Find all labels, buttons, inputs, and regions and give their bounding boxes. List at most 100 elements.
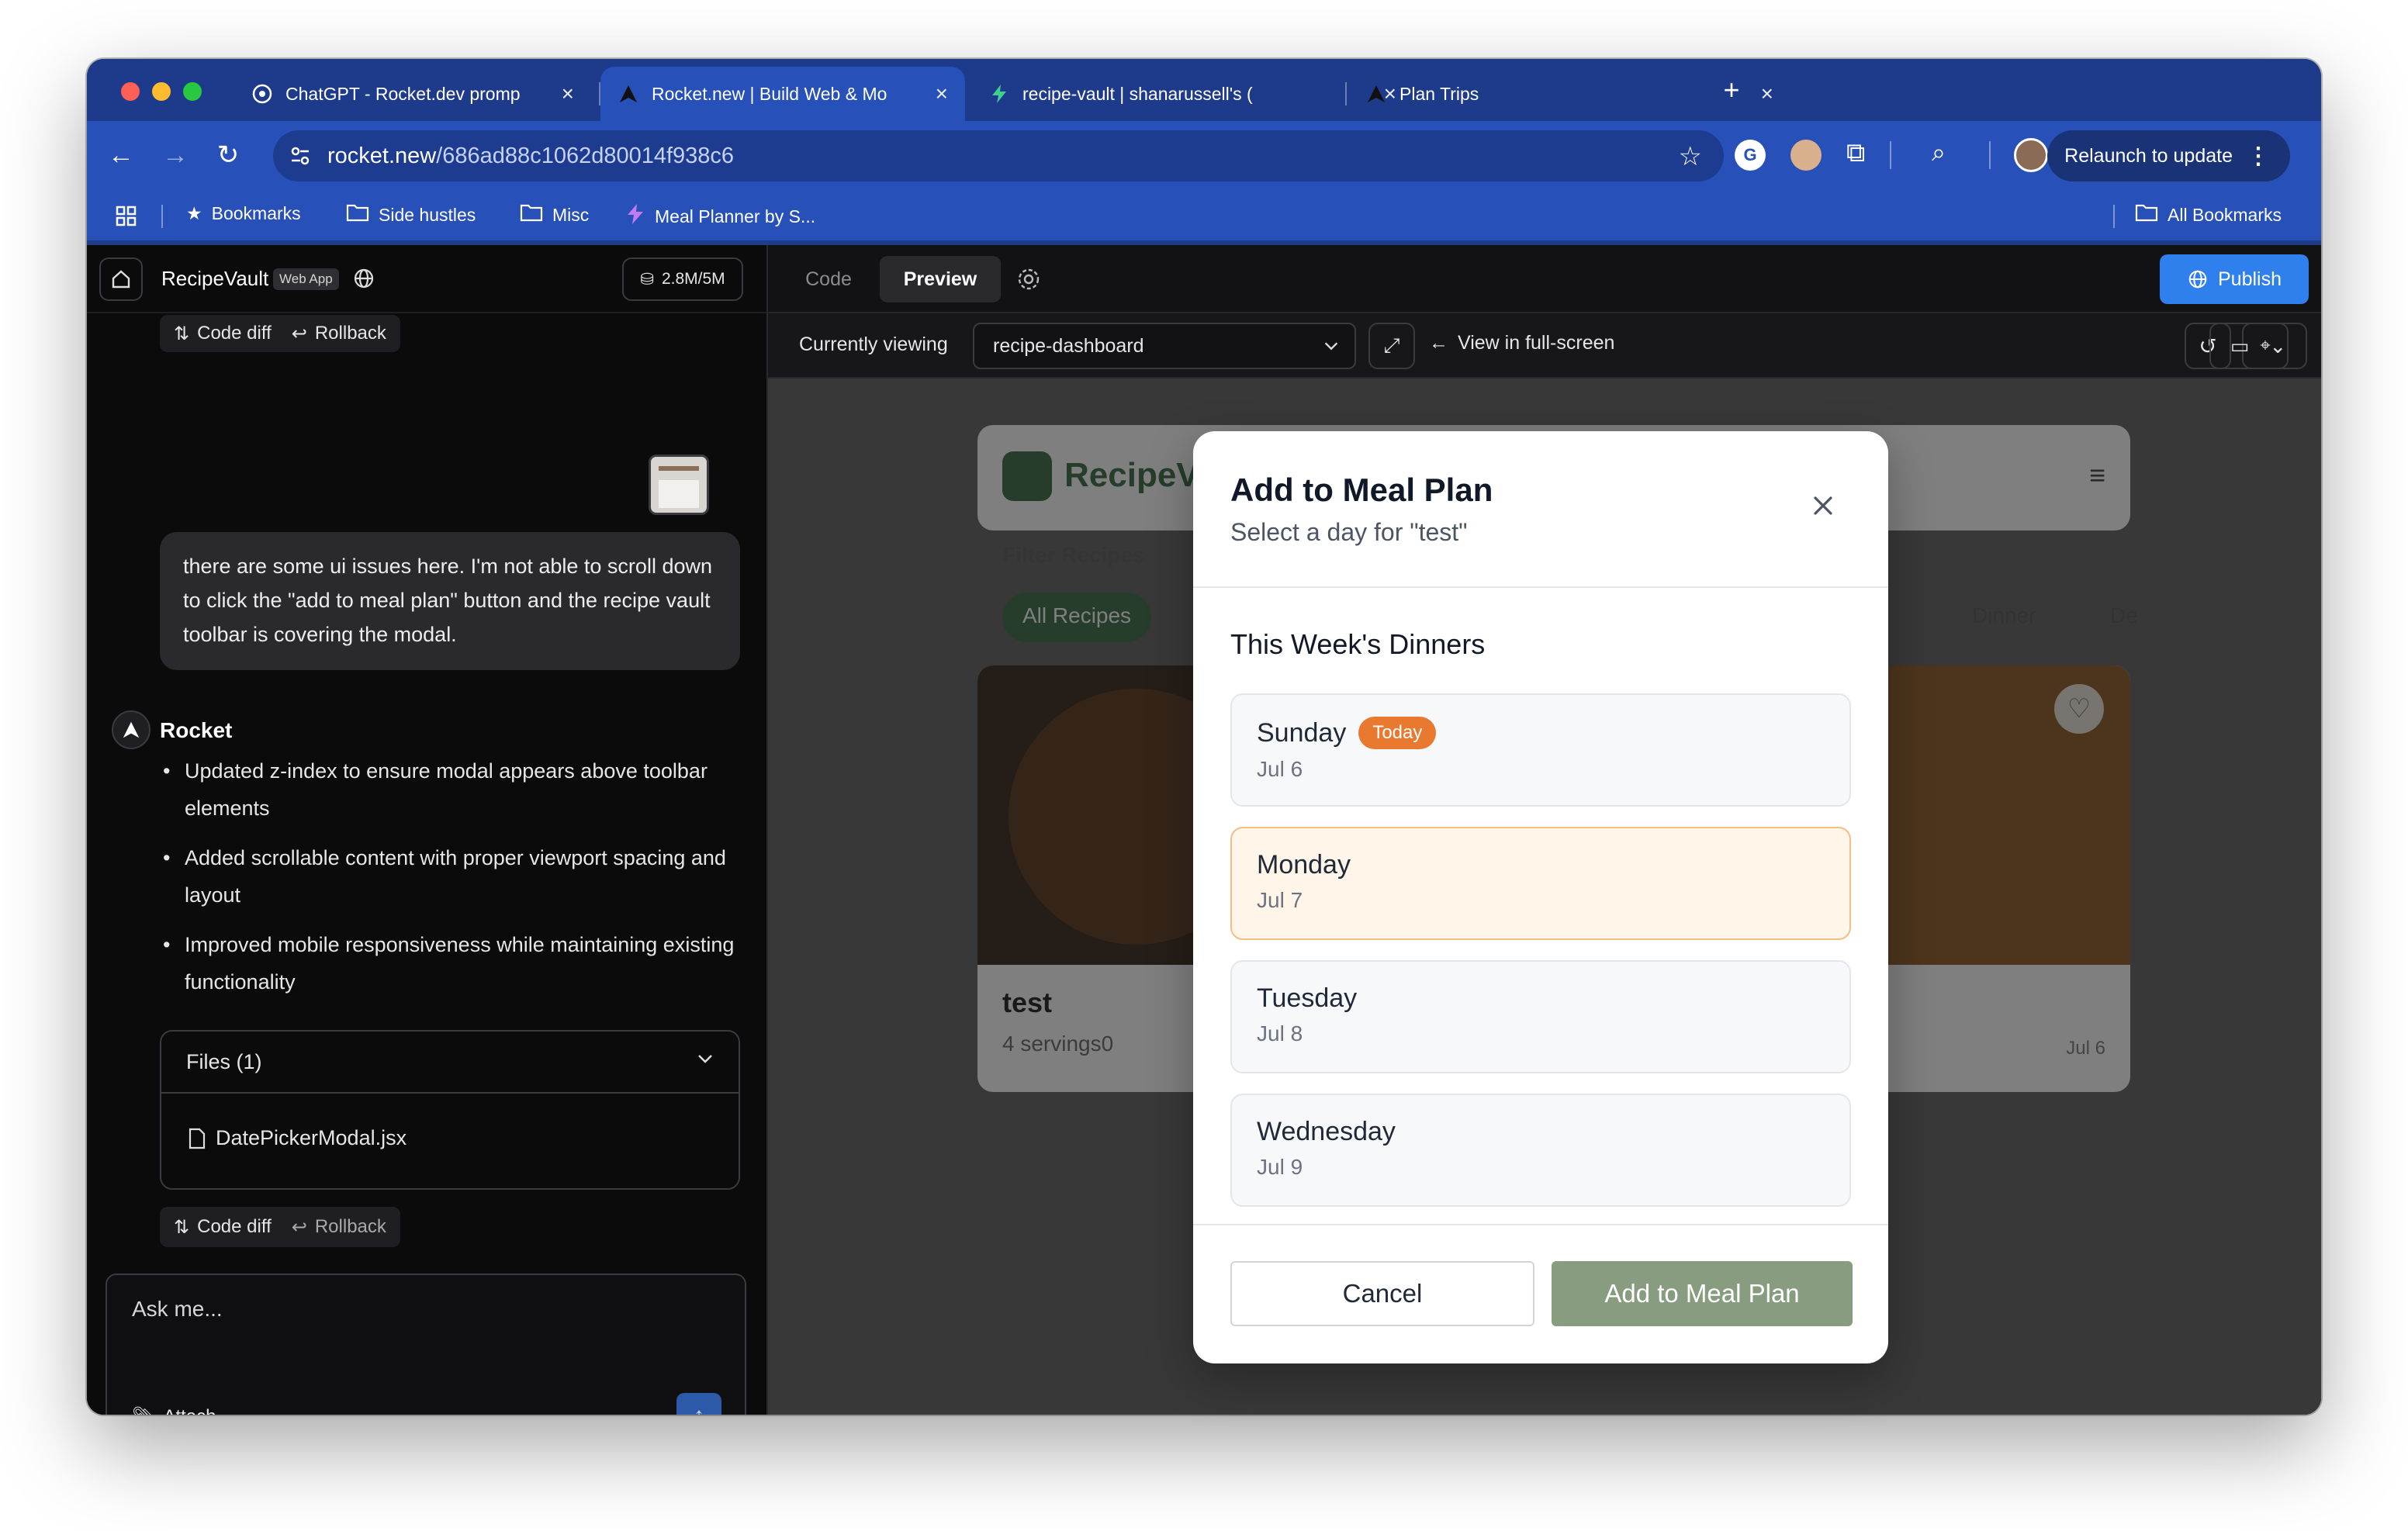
rollback-button[interactable]: ↩ Rollback xyxy=(292,323,386,345)
response-bullet: Updated z-index to ensure modal appears … xyxy=(160,752,749,827)
zoom-window-button[interactable] xyxy=(183,82,202,101)
day-option-monday[interactable]: Monday Jul 7 xyxy=(1230,827,1851,940)
minimize-window-button[interactable] xyxy=(152,82,171,101)
day-option-tuesday[interactable]: Tuesday Jul 8 xyxy=(1230,960,1851,1073)
bolt-icon xyxy=(625,203,645,230)
day-name-row: Monday xyxy=(1257,850,1825,880)
tab-title: Plan Trips xyxy=(1399,83,1479,104)
day-option-wednesday[interactable]: Wednesday Jul 9 xyxy=(1230,1094,1851,1207)
home-button[interactable] xyxy=(99,257,143,301)
forward-icon[interactable]: → xyxy=(158,138,192,172)
bookmark-item[interactable]: ★ Bookmarks xyxy=(186,203,301,224)
cancel-button[interactable]: Cancel xyxy=(1230,1261,1534,1326)
browser-tab-active[interactable]: Rocket.new | Build Web & Mo × xyxy=(600,67,965,121)
view-fullscreen-link[interactable]: ← View in full-screen xyxy=(1429,332,1614,354)
attach-label: Attach xyxy=(163,1406,216,1415)
bookmarks-divider xyxy=(2113,205,2115,228)
modal-divider xyxy=(1193,586,1888,588)
globe-icon[interactable] xyxy=(352,267,375,290)
bookmark-item[interactable]: Meal Planner by S... xyxy=(625,203,815,230)
folder-icon xyxy=(346,203,369,226)
expand-button[interactable]: ⤢ xyxy=(1368,323,1415,369)
back-icon[interactable]: ← xyxy=(104,138,138,172)
day-name-row: Tuesday xyxy=(1257,983,1825,1014)
send-button[interactable]: ↑ xyxy=(676,1393,721,1415)
project-name: RecipeVault xyxy=(161,267,269,290)
bookmark-item[interactable]: Side hustles xyxy=(346,203,476,226)
user-message: there are some ui issues here. I'm not a… xyxy=(160,532,740,670)
browser-tab[interactable]: ChatGPT - Rocket.dev promp × xyxy=(234,67,591,121)
extension-owl-icon[interactable] xyxy=(1790,140,1822,171)
rollback-label: Rollback xyxy=(314,323,386,344)
rollback-icon: ↩ xyxy=(291,323,307,344)
bookmark-item[interactable]: Misc xyxy=(520,203,589,226)
tab-search-icon[interactable]: ⌕ xyxy=(1932,138,1966,172)
close-icon[interactable] xyxy=(1808,490,1839,521)
extensions-puzzle-icon[interactable]: ⧉ xyxy=(1846,138,1877,172)
close-tab-icon[interactable]: × xyxy=(936,83,948,105)
preview-toolbar: Code Preview Publish xyxy=(768,245,2321,313)
rollback-icon: ↩ xyxy=(291,1216,307,1238)
close-window-button[interactable] xyxy=(121,82,140,101)
diff-icon: ⇅ xyxy=(174,1216,190,1238)
add-to-meal-plan-button[interactable]: Add to Meal Plan xyxy=(1552,1261,1853,1326)
bookmark-star-icon[interactable]: ☆ xyxy=(1679,141,1702,172)
extension-icon[interactable]: G xyxy=(1735,140,1766,171)
file-item[interactable]: DatePickerModal.jsx xyxy=(188,1126,407,1150)
token-usage[interactable]: ⛁ 2.8M/5M xyxy=(622,257,743,301)
file-icon xyxy=(189,1128,206,1149)
day-name: Tuesday xyxy=(1257,983,1358,1013)
close-tab-icon[interactable]: × xyxy=(562,83,574,105)
viewport-select[interactable]: ▭ ⌄ xyxy=(2209,323,2307,369)
day-name: Monday xyxy=(1257,850,1351,880)
chat-input-placeholder: Ask me... xyxy=(132,1297,223,1321)
code-diff-actions: ⇅ Code diff ↩ Rollback xyxy=(160,315,400,352)
response-bullet: Added scrollable content with proper vie… xyxy=(160,839,749,914)
site-settings-icon[interactable] xyxy=(289,144,312,168)
attach-button[interactable]: 📎︎ Attach xyxy=(132,1405,216,1415)
relaunch-button[interactable]: Relaunch to update ⋮ xyxy=(2047,130,2290,181)
rollback-label: Rollback xyxy=(314,1216,386,1237)
browser-tab[interactable]: recipe-vault | shanarussell's ( × xyxy=(971,67,1413,121)
page-select[interactable]: recipe-dashboard xyxy=(973,323,1356,369)
tab-preview[interactable]: Preview xyxy=(880,256,1001,302)
project-badge: Web App xyxy=(273,268,339,290)
code-diff-button[interactable]: ⇅ Code diff xyxy=(174,1216,272,1239)
bookmark-label: Meal Planner by S... xyxy=(655,206,816,226)
apps-grid-icon[interactable] xyxy=(115,205,138,228)
chatgpt-icon xyxy=(251,83,273,105)
new-tab-button[interactable]: + xyxy=(1714,73,1749,107)
day-option-sunday[interactable]: Sunday Today Jul 6 xyxy=(1230,693,1851,807)
tab-code[interactable]: Code xyxy=(785,256,872,302)
attachment-thumbnail[interactable] xyxy=(649,454,709,515)
code-diff-label: Code diff xyxy=(197,1216,272,1237)
home-icon xyxy=(112,270,130,289)
code-diff-actions: ⇅ Code diff ↩ Rollback xyxy=(160,1207,400,1247)
url-path: /686ad88c1062d80014f938c6 xyxy=(436,143,735,168)
view-fullscreen-label: View in full-screen xyxy=(1458,332,1615,354)
globe-icon xyxy=(2188,270,2207,289)
rocket-icon xyxy=(123,721,140,738)
chat-input-box[interactable]: Ask me... 📎︎ Attach ↑ xyxy=(106,1274,746,1415)
files-panel: Files (1) DatePickerModal.jsx xyxy=(160,1030,740,1190)
rocket-avatar xyxy=(112,710,150,749)
close-tab-icon[interactable]: × xyxy=(1761,83,1773,105)
code-diff-button[interactable]: ⇅ Code diff xyxy=(174,323,272,345)
tab-title: Rocket.new | Build Web & Mo xyxy=(652,83,887,104)
address-bar[interactable]: rocket.new/686ad88c1062d80014f938c6 ☆ xyxy=(273,130,1724,181)
file-name: DatePickerModal.jsx xyxy=(216,1126,407,1149)
toolbar-divider xyxy=(1890,141,1891,169)
bookmark-label: Misc xyxy=(552,204,590,225)
files-label: Files (1) xyxy=(186,1050,262,1073)
all-bookmarks-button[interactable]: All Bookmarks xyxy=(2135,203,2282,226)
reload-icon[interactable]: ↻ xyxy=(211,138,245,172)
day-date: Jul 7 xyxy=(1257,888,1303,912)
files-header[interactable]: Files (1) xyxy=(161,1032,739,1094)
url-host: rocket.new xyxy=(327,143,437,168)
code-diff-label: Code diff xyxy=(197,323,272,344)
settings-gear-icon[interactable] xyxy=(1016,267,1041,292)
publish-button[interactable]: Publish xyxy=(2160,254,2309,304)
day-name-row: Sunday Today xyxy=(1257,717,1825,749)
profile-avatar[interactable] xyxy=(2014,138,2048,172)
rollback-button[interactable]: ↩ Rollback xyxy=(292,1216,386,1239)
